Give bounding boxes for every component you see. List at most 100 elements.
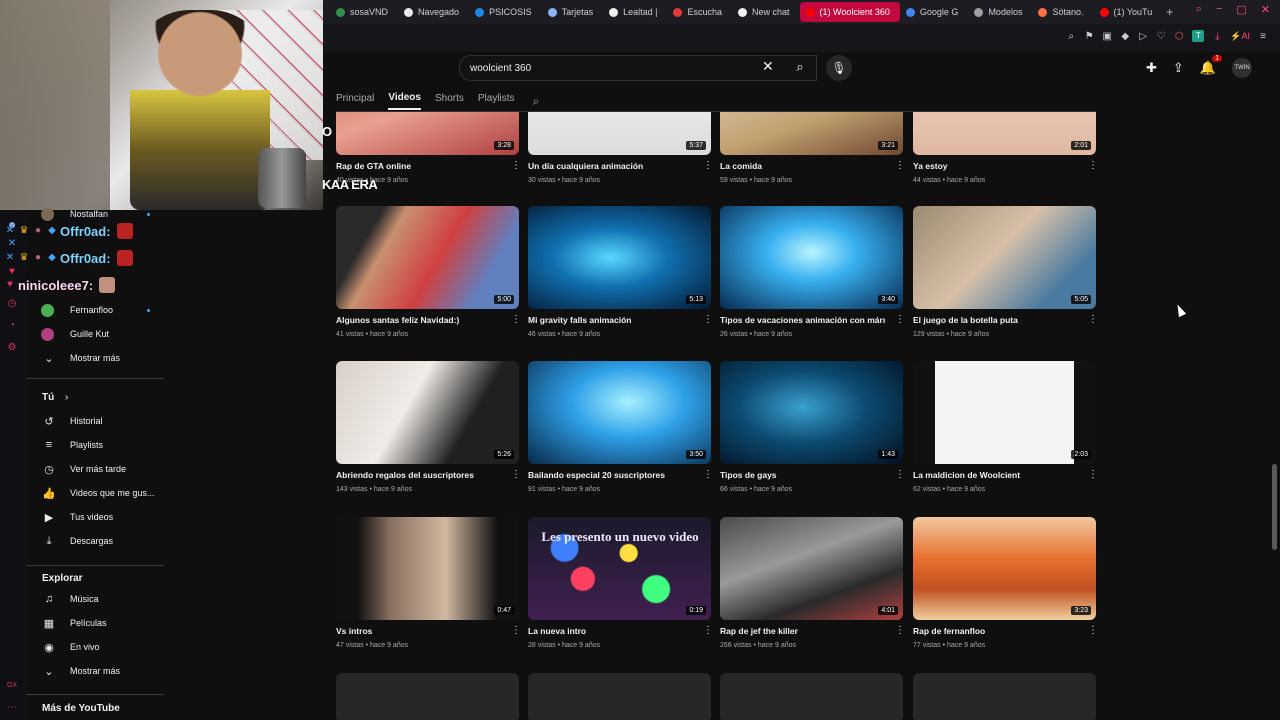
- more-options-icon[interactable]: ⋮: [703, 625, 713, 636]
- video-thumbnail[interactable]: 3:50: [528, 361, 711, 464]
- sidebar-item-ver-más-tarde[interactable]: ◷ Ver más tarde: [26, 459, 166, 479]
- more-options-icon[interactable]: ⋮: [511, 314, 521, 325]
- sidebar-item-en-vivo[interactable]: ◉ En vivo: [26, 637, 166, 657]
- video-thumbnail[interactable]: Les presento un nuevo video 0:19: [528, 517, 711, 620]
- video-title[interactable]: Tipos de gays: [720, 470, 885, 480]
- minimize-icon[interactable]: −: [1216, 3, 1222, 16]
- upload-icon[interactable]: ⇪: [1173, 60, 1184, 76]
- profile-badge-icon[interactable]: T: [1192, 30, 1205, 42]
- search-icon[interactable]: ⌕: [786, 55, 814, 79]
- more-options-icon[interactable]: ⋮: [1088, 160, 1098, 171]
- more-options-icon[interactable]: ⋮: [895, 625, 905, 636]
- more-options-icon[interactable]: ⋮: [511, 160, 521, 171]
- bookmark-icon[interactable]: ⚑: [1084, 31, 1094, 42]
- tab-playlists[interactable]: Playlists: [478, 93, 515, 109]
- sidebar-item-videos-que-me-gus-[interactable]: 👍 Videos que me gus...: [26, 483, 166, 503]
- browser-tab[interactable]: Sótano.: [1032, 2, 1093, 22]
- video-thumbnail[interactable]: 5:26: [336, 361, 519, 464]
- create-icon[interactable]: ✚: [1146, 60, 1157, 76]
- tab-shorts[interactable]: Shorts: [435, 93, 464, 109]
- browser-tab[interactable]: Lealtad |: [603, 2, 667, 22]
- video-title[interactable]: Tipos de vacaciones animación con mármol: [720, 315, 885, 325]
- browser-tab[interactable]: sosaVND: [330, 2, 398, 22]
- more-options-icon[interactable]: ⋮: [703, 469, 713, 480]
- sidebar-item-películas[interactable]: ▦ Películas: [26, 613, 166, 633]
- close-icon[interactable]: ✕: [762, 58, 774, 75]
- video-thumbnail[interactable]: 5:00: [336, 206, 519, 309]
- ai-icon[interactable]: ⚡AI: [1230, 31, 1250, 42]
- video-title[interactable]: Vs intros: [336, 626, 501, 636]
- download-icon[interactable]: ⤓: [1212, 31, 1222, 42]
- more-options-icon[interactable]: ⋮: [703, 160, 713, 171]
- video-thumbnail[interactable]: 5:05: [913, 206, 1096, 309]
- video-thumbnail[interactable]: 3:23: [913, 517, 1096, 620]
- sidebar-item-playlists[interactable]: ≡ Playlists: [26, 435, 166, 455]
- search-input[interactable]: [468, 62, 752, 75]
- heart-icon[interactable]: ♡: [1156, 31, 1166, 42]
- more-options-icon[interactable]: ⋮: [895, 314, 905, 325]
- more-options-icon[interactable]: ⋮: [511, 469, 521, 480]
- video-title[interactable]: Ya estoy: [913, 161, 1078, 171]
- search-icon[interactable]: ⌕: [533, 94, 540, 109]
- video-title[interactable]: Rap de fernanfloo: [913, 626, 1078, 636]
- video-title[interactable]: Abriendo regalos del suscriptores: [336, 470, 501, 480]
- more-options-icon[interactable]: ⋮: [511, 625, 521, 636]
- sub-guille-kut[interactable]: Guille Kut: [26, 324, 166, 344]
- browser-tab[interactable]: New chat: [732, 2, 800, 22]
- shield-icon[interactable]: ◆: [1120, 31, 1130, 42]
- extension-icon[interactable]: ⬡: [1174, 31, 1184, 42]
- tab-principal[interactable]: Principal: [336, 93, 374, 109]
- video-title[interactable]: La nueva intro: [528, 626, 693, 636]
- sub-fernanfloo[interactable]: Fernanfloo: [26, 300, 166, 320]
- sidebar-item-tus-videos[interactable]: ▶ Tus videos: [26, 507, 166, 527]
- video-title[interactable]: El juego de la botella puta: [913, 315, 1078, 325]
- browser-tab[interactable]: Modelos: [968, 2, 1032, 22]
- scrollbar[interactable]: [1272, 112, 1277, 720]
- video-title[interactable]: La comida: [720, 161, 885, 171]
- send-icon[interactable]: ▷: [1138, 31, 1148, 42]
- more-options-icon[interactable]: ⋮: [1088, 314, 1098, 325]
- sidebar-item-historial[interactable]: ↺ Historial: [26, 411, 166, 431]
- browser-tab[interactable]: (1) Woolcient 360: [799, 2, 900, 22]
- more-options-icon[interactable]: ⋮: [1088, 469, 1098, 480]
- browser-tab[interactable]: (1) YouTu: [1094, 2, 1163, 22]
- more-options-icon[interactable]: ⋮: [1088, 625, 1098, 636]
- maximize-icon[interactable]: ▢: [1236, 3, 1246, 16]
- video-title[interactable]: Rap de GTA online: [336, 161, 501, 171]
- more-options-icon[interactable]: ⋮: [895, 160, 905, 171]
- scroll-thumb[interactable]: [1272, 464, 1277, 550]
- screenshot-icon[interactable]: ▣: [1102, 31, 1112, 42]
- video-title[interactable]: Bailando especial 20 suscriptores: [528, 470, 693, 480]
- video-thumbnail[interactable]: 5:37: [528, 112, 711, 155]
- video-title[interactable]: La maldicion de Woolcient: [913, 470, 1078, 480]
- zoom-icon[interactable]: ⌕: [1066, 31, 1076, 42]
- video-thumbnail[interactable]: 1:43: [720, 361, 903, 464]
- new-tab-icon[interactable]: +: [1166, 5, 1173, 19]
- more-options-icon[interactable]: ⋮: [703, 314, 713, 325]
- you-section-title[interactable]: Tú ›: [42, 392, 68, 403]
- browser-tab[interactable]: Tarjetas: [542, 2, 604, 22]
- show-more-subs[interactable]: ⌄ Mostrar más: [26, 348, 166, 368]
- avatar[interactable]: TWIN: [1232, 58, 1252, 78]
- video-thumbnail[interactable]: 2:03: [913, 361, 1096, 464]
- video-thumbnail[interactable]: 4:01: [720, 517, 903, 620]
- tab-videos[interactable]: Videos: [388, 92, 421, 110]
- more-options-icon[interactable]: ⋮: [895, 469, 905, 480]
- sidebar-item-mostrar-más[interactable]: ⌄ Mostrar más: [26, 661, 166, 681]
- video-title[interactable]: Un día cualquiera animación: [528, 161, 693, 171]
- video-title[interactable]: Mi gravity falls animación: [528, 315, 693, 325]
- video-title[interactable]: Algunos santas feliz Navidad:): [336, 315, 501, 325]
- video-thumbnail[interactable]: 3:21: [720, 112, 903, 155]
- video-thumbnail[interactable]: 3:40: [720, 206, 903, 309]
- close-window-icon[interactable]: ✕: [1261, 3, 1270, 16]
- browser-tab[interactable]: Escucha: [667, 2, 732, 22]
- video-thumbnail[interactable]: 3:28: [336, 112, 519, 155]
- menu-icon[interactable]: ≡: [1258, 31, 1268, 42]
- browser-tab[interactable]: Navegado: [398, 2, 469, 22]
- video-thumbnail[interactable]: 5:13: [528, 206, 711, 309]
- sidebar-item-descargas[interactable]: ⤓ Descargas: [26, 531, 166, 551]
- bell-icon[interactable]: 🔔 1: [1200, 55, 1222, 76]
- browser-tab[interactable]: Google G: [900, 2, 969, 22]
- search-tabs-icon[interactable]: ⌕: [1196, 3, 1202, 16]
- video-thumbnail[interactable]: 2:01: [913, 112, 1096, 155]
